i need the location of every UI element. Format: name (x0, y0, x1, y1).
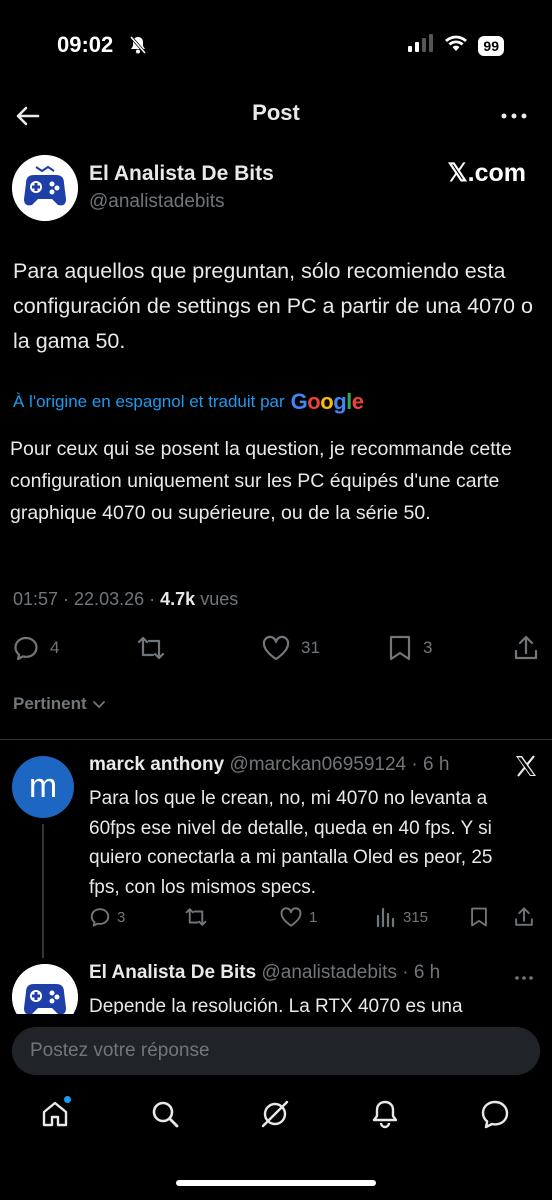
bookmark-button[interactable]: 3 (387, 634, 432, 662)
like-count: 31 (301, 638, 320, 657)
nav-home[interactable] (35, 1094, 75, 1134)
more-button[interactable] (500, 102, 528, 135)
reply-actions: 3 1 315 (89, 904, 539, 932)
battery-indicator: 99 (478, 35, 504, 56)
post-meta: 01:57 · 22.03.26 · 4.7k vues (13, 589, 238, 610)
author-handle[interactable]: @analistadebits (89, 191, 224, 213)
post-actions: 4 31 3 (0, 628, 552, 668)
reply-text: Para los que le crean, no, mi 4070 no le… (89, 788, 493, 898)
reply-author-name[interactable]: marck anthony (89, 754, 224, 775)
reply-author-handle[interactable]: @marckan06959124 (229, 754, 406, 775)
grok-icon (261, 1100, 289, 1128)
reply2-header: El Analista De Bits @analistadebits · 6 … (89, 962, 440, 984)
share-icon (515, 907, 533, 926)
messages-icon (481, 1100, 509, 1129)
repost-icon (185, 908, 207, 926)
sort-label: Pertinent (13, 694, 87, 713)
nav-notifications[interactable] (365, 1094, 405, 1134)
thread-line (42, 824, 44, 958)
reply-views-count: 315 (403, 908, 429, 926)
nav-grok[interactable] (255, 1094, 295, 1134)
gamepad-logo-icon (12, 155, 78, 221)
reply-icon (90, 908, 110, 927)
views-count: 4.7k (160, 589, 196, 609)
x-logo-icon (514, 754, 538, 783)
wifi-icon (444, 34, 468, 57)
translated-text: Pour ceux qui se posent la question, je … (10, 438, 512, 524)
reply-icon (14, 636, 38, 661)
nav-search[interactable] (145, 1094, 185, 1134)
google-logo: Google (290, 389, 364, 414)
bookmark-icon (389, 635, 411, 661)
share-icon (514, 635, 538, 660)
reply-button[interactable]: 4 (12, 634, 59, 662)
status-indicators: 99 (408, 34, 504, 57)
translation-notice[interactable]: À l'origine en espagnol et traduit par G… (13, 389, 364, 415)
more-dots-icon (501, 113, 527, 119)
notification-dot (64, 1096, 71, 1103)
bookmark-count: 3 (423, 638, 433, 657)
post-timestamp: 01:57 · 22.03.26 · (13, 589, 156, 609)
reply-header: marck anthony @marckan06959124 · 6 h (89, 754, 449, 776)
chevron-down-icon (92, 701, 105, 709)
reply-like-count: 1 (309, 908, 318, 926)
bookmark-icon (471, 907, 487, 927)
divider (0, 739, 552, 740)
reply2-author-handle[interactable]: @analistadebits (261, 962, 396, 983)
reply-composer-input[interactable] (12, 1027, 540, 1075)
reply-views-button[interactable]: 315 (375, 906, 428, 928)
nav-messages[interactable] (475, 1094, 515, 1134)
silent-bell-icon (128, 35, 148, 60)
reply-count: 4 (50, 638, 60, 657)
reply-reply-count: 3 (117, 908, 126, 926)
reply-repost-button[interactable] (184, 906, 208, 928)
reply-reply-button[interactable]: 3 (89, 906, 125, 928)
reply-time: · 6 h (411, 754, 450, 775)
reply-share-button[interactable] (513, 906, 535, 928)
reply-avatar[interactable]: m (12, 756, 74, 818)
bell-icon (372, 1100, 398, 1129)
heart-icon (262, 635, 290, 661)
like-button[interactable]: 31 (261, 634, 320, 662)
views-label: vues (200, 589, 239, 609)
post-text: Para aquellos que preguntan, sólo recomi… (13, 259, 533, 353)
home-indicator (176, 1180, 376, 1186)
author-avatar[interactable] (12, 155, 78, 221)
repost-icon (137, 636, 165, 660)
source-badge: 𝕏.com (447, 159, 527, 187)
search-icon (152, 1101, 179, 1128)
author-name[interactable]: El Analista De Bits (89, 162, 274, 186)
reply-sort-dropdown[interactable]: Pertinent (13, 694, 107, 714)
reply-bookmark-button[interactable] (469, 906, 489, 928)
reply2-more-button[interactable] (514, 968, 534, 993)
reply-like-button[interactable]: 1 (279, 906, 317, 928)
more-dots-icon (515, 976, 533, 980)
views-chart-icon (376, 907, 395, 928)
bottom-navigation (0, 1094, 552, 1144)
status-time: 09:02 (57, 32, 114, 57)
signal-icon (408, 34, 434, 57)
reply2-author-name[interactable]: El Analista De Bits (89, 962, 256, 983)
reply2-time: · 6 h (402, 962, 441, 983)
heart-icon (280, 907, 302, 927)
translation-label: À l'origine en espagnol et traduit par (13, 392, 285, 411)
repost-button[interactable] (136, 634, 166, 662)
page-title: Post (252, 100, 300, 125)
share-button[interactable] (512, 634, 540, 662)
